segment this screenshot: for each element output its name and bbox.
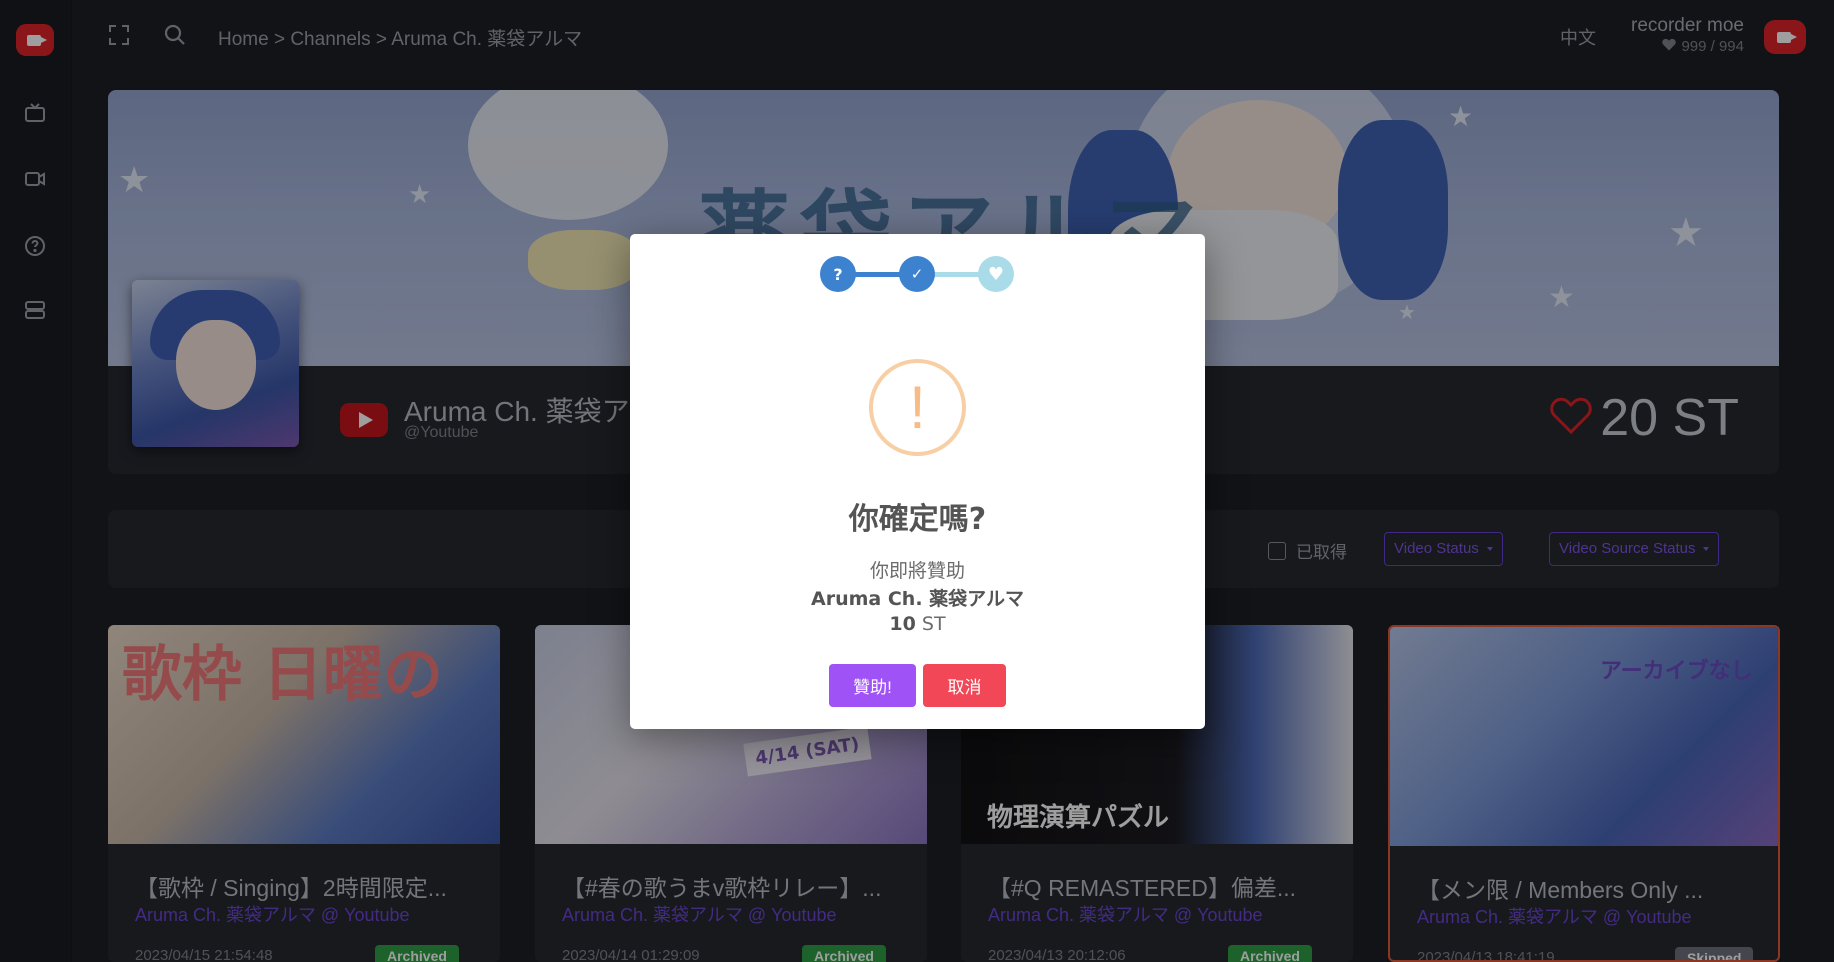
- step-check-icon: ✓: [899, 256, 935, 292]
- amount-value: 10: [889, 613, 916, 635]
- dialog-intro: 你即將贊助: [869, 560, 965, 582]
- amount-unit: ST: [921, 613, 946, 635]
- dialog-channel-name: Aruma Ch. 薬袋アルマ: [811, 588, 1024, 610]
- dialog-amount: 10 ST: [630, 613, 1205, 635]
- dialog-title: 你確定嗎?: [848, 502, 987, 537]
- cancel-button[interactable]: 取消: [923, 664, 1006, 707]
- confirm-sponsor-button[interactable]: 贊助!: [829, 664, 916, 707]
- progress-steps: ? ✓ ♥: [820, 256, 1020, 292]
- step-heart-icon: ♥: [978, 256, 1014, 292]
- sponsor-confirm-dialog: ? ✓ ♥ ! 你確定嗎? 你即將贊助 Aruma Ch. 薬袋アルマ 10 S…: [630, 234, 1205, 729]
- step-question-icon: ?: [820, 256, 856, 292]
- warning-icon: !: [869, 359, 966, 456]
